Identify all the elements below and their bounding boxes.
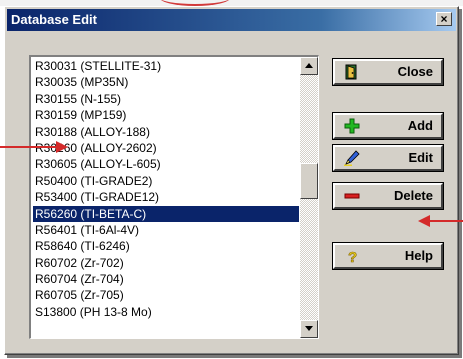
arrow-up-icon	[305, 63, 313, 68]
list-item[interactable]: R53400 (TI-GRADE12)	[33, 189, 299, 205]
annotation-arrow-left	[0, 146, 58, 148]
title-bar: Database Edit ×	[7, 9, 456, 31]
arrow-down-icon	[305, 326, 313, 331]
list-item[interactable]: R30159 (MP159)	[33, 107, 299, 123]
list-item[interactable]: R60705 (Zr-705)	[33, 287, 299, 303]
help-button-label: Help	[404, 248, 433, 263]
list-item[interactable]: R58640 (TI-6246)	[33, 238, 299, 254]
scroll-up-button[interactable]	[300, 57, 318, 75]
add-button[interactable]: Add	[333, 113, 443, 139]
database-edit-dialog: Database Edit × R30031 (STELLITE-31) R300…	[4, 6, 459, 355]
list-item[interactable]: R30031 (STELLITE-31)	[33, 58, 299, 74]
question-mark-icon: ?	[348, 249, 358, 265]
red-minus-icon	[344, 193, 360, 199]
green-plus-icon	[344, 118, 360, 134]
list-item[interactable]: S13800 (PH 13-8 Mo)	[33, 304, 299, 320]
edit-button[interactable]: Edit	[333, 145, 443, 171]
window-title: Database Edit	[11, 12, 97, 27]
list-item-selected[interactable]: R56260 (TI-BETA-C)	[33, 205, 299, 222]
delete-button-label: Delete	[393, 188, 433, 203]
annotation-arrow-left-head	[56, 141, 68, 153]
annotation-arrow-right-head	[418, 215, 430, 227]
list-item[interactable]: R30260 (ALLOY-2602)	[33, 140, 299, 156]
list-item[interactable]: R56401 (TI-6Al-4V)	[33, 222, 299, 238]
svg-text:?: ?	[348, 249, 357, 265]
exit-door-icon	[345, 64, 357, 80]
material-list: R30031 (STELLITE-31) R30035 (MP35N) R30155…	[33, 58, 299, 320]
list-item[interactable]: R60704 (Zr-704)	[33, 271, 299, 287]
scroll-thumb[interactable]	[300, 163, 318, 199]
list-item[interactable]: R50400 (TI-GRADE2)	[33, 173, 299, 189]
close-button[interactable]: Close	[333, 59, 443, 85]
pen-icon	[344, 150, 360, 166]
help-button[interactable]: ? Help	[333, 243, 443, 269]
edit-button-label: Edit	[408, 150, 433, 165]
material-listbox[interactable]: R30031 (STELLITE-31) R30035 (MP35N) R30155…	[29, 55, 319, 339]
list-item[interactable]: R30605 (ALLOY-L-605)	[33, 156, 299, 172]
window-close-button[interactable]: ×	[436, 12, 452, 26]
scroll-down-button[interactable]	[300, 320, 318, 338]
list-item[interactable]: R60702 (Zr-702)	[33, 255, 299, 271]
delete-button[interactable]: Delete	[333, 183, 443, 209]
list-item[interactable]: R30035 (MP35N)	[33, 74, 299, 90]
list-item[interactable]: R30188 (ALLOY-188)	[33, 124, 299, 140]
close-button-label: Close	[397, 64, 433, 79]
vertical-scrollbar[interactable]	[300, 57, 318, 338]
annotation-arrow-right	[428, 220, 463, 222]
add-button-label: Add	[407, 118, 433, 133]
list-item[interactable]: R30155 (N-155)	[33, 91, 299, 107]
